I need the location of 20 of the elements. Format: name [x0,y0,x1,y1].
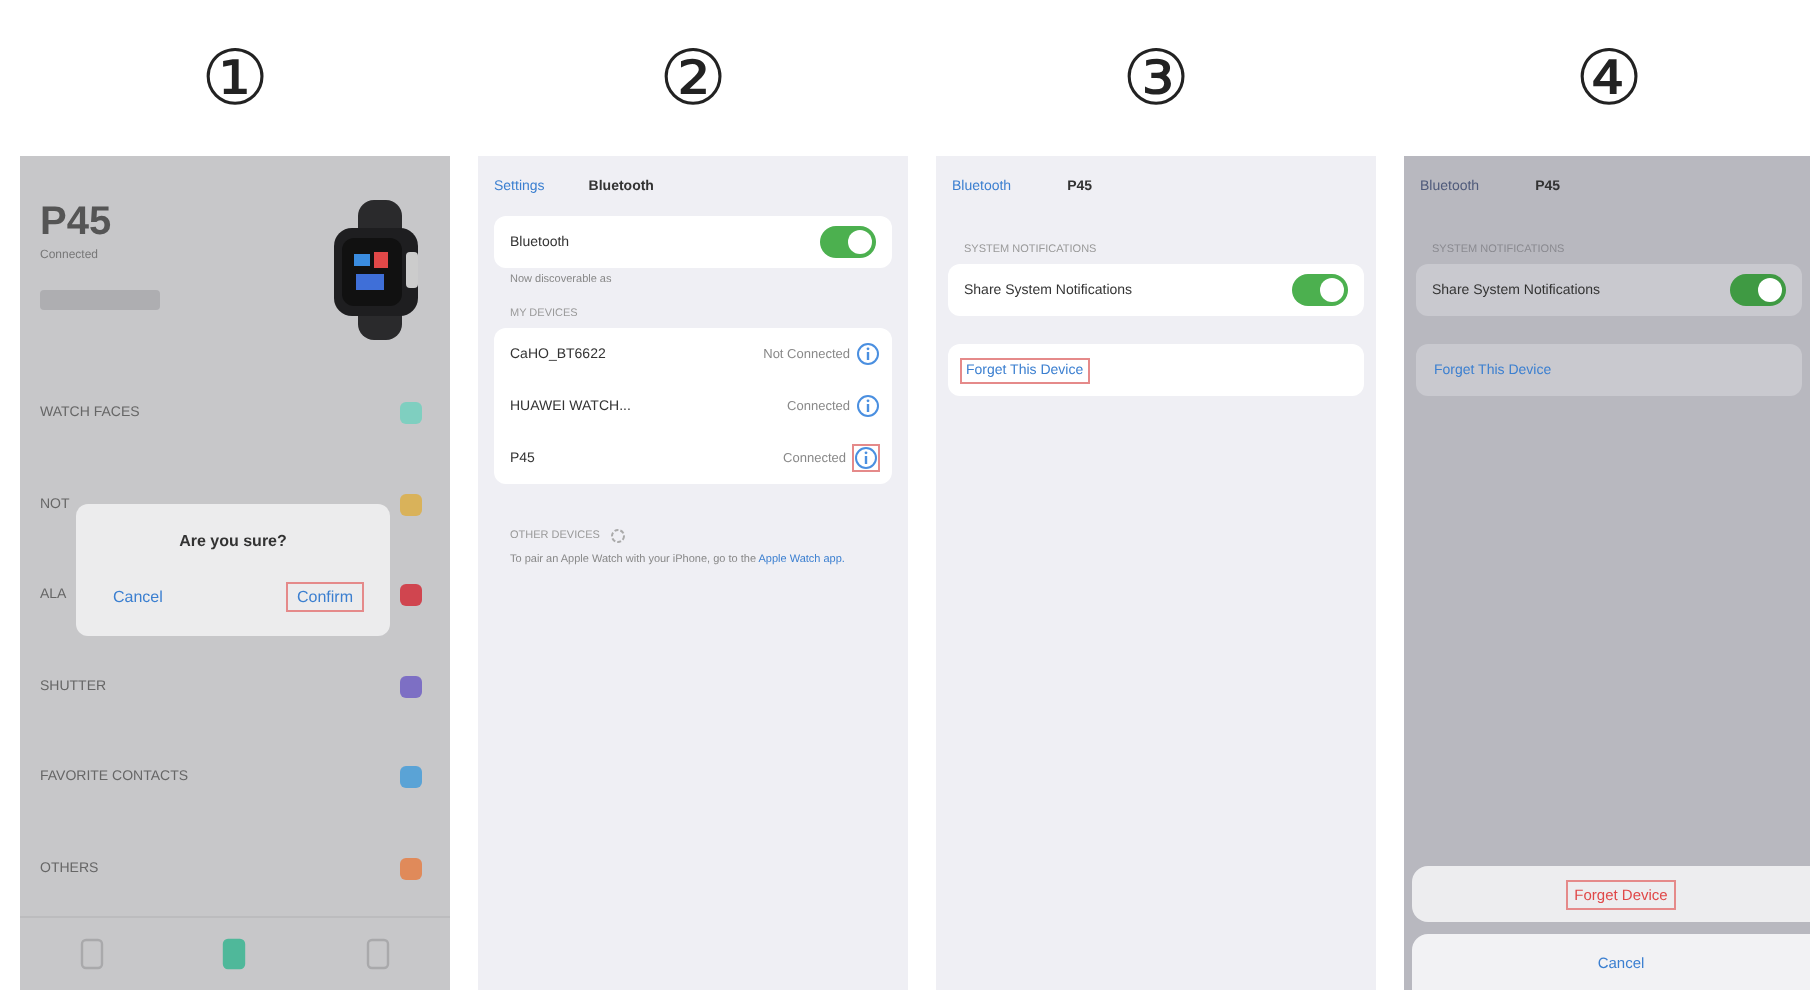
info-icon[interactable] [856,342,880,366]
info-icon[interactable] [852,444,880,472]
step-number: ② [658,40,728,116]
dialog-button[interactable]: Cancel [103,582,173,612]
info-icon[interactable] [856,394,880,418]
device-tab-icon[interactable] [79,938,104,970]
step-number: ① [200,40,270,116]
device-tab-icon[interactable] [222,938,247,970]
step-number: ④ [1574,40,1644,116]
dialog-title: Are you sure? [179,532,287,550]
smartwatch-drawing [334,200,418,340]
info-bar [40,290,160,310]
step-number: ③ [1121,40,1191,116]
dialog-button[interactable]: Confirm [286,582,363,612]
toggle-switch[interactable] [820,226,876,258]
toggle-switch[interactable] [1730,274,1786,306]
device-tab-icon[interactable] [366,938,391,970]
device-name: P45 [40,200,114,246]
toggle-switch[interactable] [1292,274,1348,306]
spinner-icon [609,528,626,544]
